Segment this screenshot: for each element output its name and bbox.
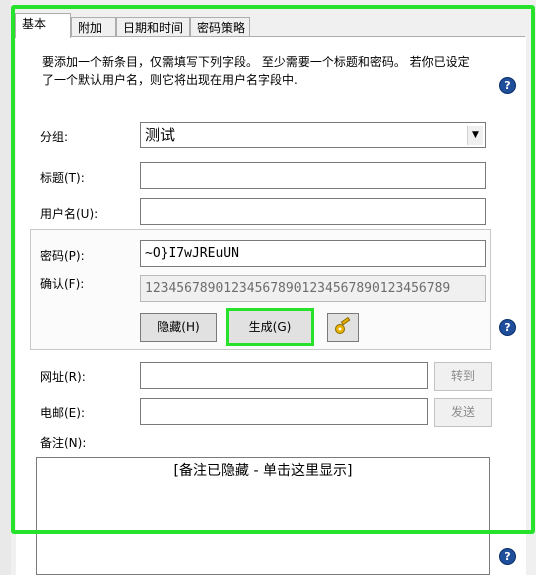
highlight-frame [11,5,535,534]
help-icon-notes[interactable]: ? [499,548,516,565]
left-window-edge [0,0,11,575]
tab-basic[interactable]: 基本 [15,13,71,38]
